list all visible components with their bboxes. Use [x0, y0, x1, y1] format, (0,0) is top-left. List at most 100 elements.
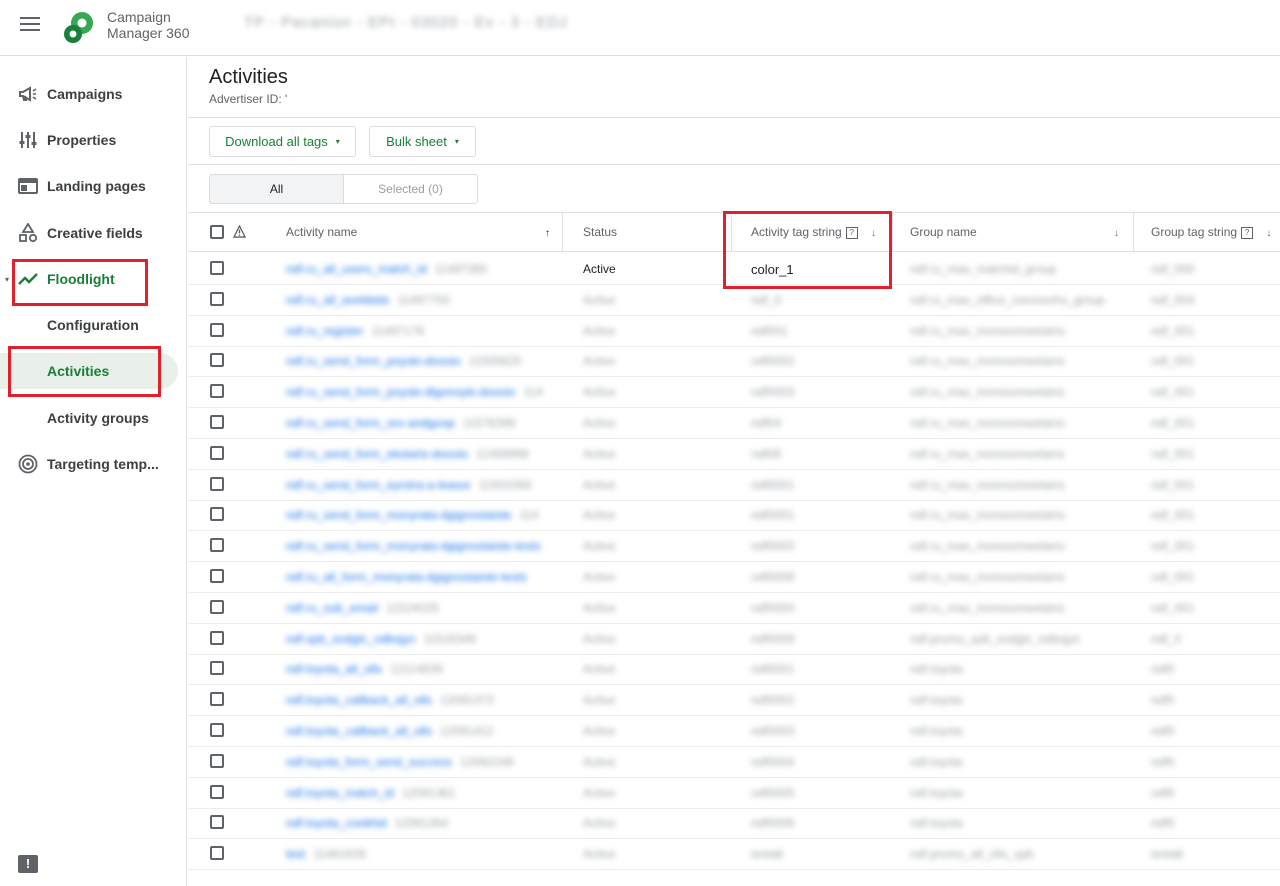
filter-selected-tab[interactable]: Selected (0): [343, 174, 478, 204]
activity-name-link[interactable]: ndf.ru_sub_email: [286, 601, 378, 615]
activity-name-link[interactable]: ndf.ru_send_form_eyrstra-a-leasor: [286, 478, 471, 492]
download-all-tags-button[interactable]: Download all tags ▾: [209, 126, 356, 157]
column-header-activity-tag-string[interactable]: Activity tag string? ↓: [751, 225, 876, 239]
table-row[interactable]: ndf.toyota_all_olls 12114839 Active ndf0001…: [188, 654, 1280, 686]
table-row[interactable]: ndf.ru_send_form_oro-andgoop 11576399 Acti…: [188, 408, 1280, 439]
sidebar-item-campaigns[interactable]: Campaigns: [0, 76, 186, 112]
activity-name-cell[interactable]: ndf.toyota_callback_all_olls 12091412: [286, 724, 493, 738]
filter-all-tab[interactable]: All: [209, 174, 344, 204]
activity-name-cell[interactable]: ndf.ru_sub_email 11524025: [286, 601, 439, 615]
row-checkbox[interactable]: [210, 261, 224, 275]
activity-name-cell[interactable]: ndf.toyota_cookhid 12091364: [286, 816, 448, 830]
table-row[interactable]: ndf.ru_send_form_poyski-dlgonoyki-doooio…: [188, 377, 1280, 409]
sidebar-item-creative-fields[interactable]: Creative fields: [0, 215, 186, 251]
activity-name-link[interactable]: ndf.toyota_callback_all_olls: [286, 693, 432, 707]
help-icon[interactable]: ?: [845, 227, 858, 239]
activity-name-cell[interactable]: ndf.ru_all_form_monyrata-dgignostaiste-t…: [286, 570, 535, 584]
column-header-group-tag-string[interactable]: Group tag string? ↓: [1151, 225, 1271, 239]
row-checkbox[interactable]: [210, 784, 224, 799]
activity-name-link[interactable]: ndf.toyota_cookhid: [286, 816, 387, 830]
help-icon[interactable]: ?: [1241, 227, 1254, 239]
activity-name-cell[interactable]: ndf.ru_send_form_eyrstra-a-leasor 1150156…: [286, 478, 531, 492]
activity-name-cell[interactable]: ndf.ru_all_workbids 11497750: [286, 293, 450, 307]
activity-name-cell[interactable]: ndf.ru_send_form_ekstaris-doooio 11459999: [286, 447, 529, 461]
activity-name-cell[interactable]: ndf.toyota_form_send_success 12092249: [286, 755, 514, 769]
activity-name-cell[interactable]: ndf.ru_send_form_poyski-doooio 11505625: [286, 354, 521, 368]
row-checkbox[interactable]: [210, 815, 224, 830]
table-row[interactable]: ndf.ru_all_form_monyrata-dgignostaiste-t…: [188, 562, 1280, 593]
activity-name-link[interactable]: ndf.ru_all_users_match_id: [286, 262, 427, 276]
activity-name-link[interactable]: ndf.ru_send_form_poyski-doooio: [286, 354, 461, 368]
table-row[interactable]: ndf.toyota_callback_all_olls 12091373 Acti…: [188, 685, 1280, 717]
chevron-down-icon[interactable]: ▾: [5, 275, 9, 284]
table-row[interactable]: ndf.ru_send_form_poyski-doooio 11505625 Ac…: [188, 346, 1280, 378]
row-checkbox[interactable]: [210, 692, 224, 707]
account-selector[interactable]: TP - Pacanion - EPI - 03020 - Ev - 3 - E…: [244, 14, 568, 31]
activity-name-link[interactable]: ndf.ru_register: [286, 324, 363, 338]
activity-name-link[interactable]: ndf.ru_send_form_oro-andgoop: [286, 416, 455, 430]
feedback-icon[interactable]: !: [18, 855, 38, 873]
table-row[interactable]: ndf.ru_send_form_ekstaris-doooio 11459999…: [188, 439, 1280, 470]
row-checkbox[interactable]: [210, 476, 224, 491]
table-row[interactable]: ndf.toyota_callback_all_olls 12091412 Acti…: [188, 716, 1280, 747]
activity-name-cell[interactable]: ndf.ru_send_form_monyrata-dgignostaiste 1…: [286, 508, 539, 522]
bulk-sheet-button[interactable]: Bulk sheet ▾: [369, 126, 476, 157]
sidebar-item-targeting-templates[interactable]: Targeting temp...: [0, 446, 186, 482]
row-checkbox[interactable]: [210, 384, 224, 399]
table-row[interactable]: ndf.ru_send_form_monyrata-dgignostaiste 1…: [188, 500, 1280, 532]
row-checkbox[interactable]: [210, 538, 224, 553]
sidebar-item-configuration[interactable]: Configuration: [0, 307, 186, 343]
activity-name-link[interactable]: ndf.ru_all_workbids: [286, 293, 389, 307]
table-row[interactable]: ndf.ru_register 11497178 Active ndf001 ndf.r…: [188, 316, 1280, 347]
sidebar-item-properties[interactable]: Properties: [0, 122, 186, 158]
table-row[interactable]: ndf.ru_all_users_match_id 11497385 Active c…: [188, 254, 1280, 285]
activity-name-link[interactable]: ndf.spb_sndgtc_ndbsjyn: [286, 632, 415, 646]
activity-name-link[interactable]: ndf.ru_all_form_monyrata-dgignostaiste-t…: [286, 570, 527, 584]
activity-name-link[interactable]: ndf.ru_send_form_poyski-dlgonoyki-doooio: [286, 385, 515, 399]
row-checkbox[interactable]: [210, 569, 224, 583]
table-row[interactable]: test 11461626 Active testalt ndf.promo_all_o…: [188, 839, 1280, 871]
table-row[interactable]: ndf.toyota_form_send_success 12092249 Acti…: [188, 747, 1280, 778]
row-checkbox[interactable]: [210, 291, 224, 306]
row-checkbox[interactable]: [210, 507, 224, 522]
row-checkbox[interactable]: [210, 753, 224, 768]
activity-name-cell[interactable]: ndf.toyota_match_id 12091361: [286, 786, 455, 800]
column-header-activity-name[interactable]: Activity name: [286, 225, 357, 239]
table-row[interactable]: ndf.toyota_cookhid 12091364 Active ndf0006 n…: [188, 808, 1280, 840]
row-checkbox[interactable]: [210, 661, 224, 676]
table-row[interactable]: ndf.spb_sndgtc_ndbsjyn 11516349 Active ndf0…: [188, 624, 1280, 655]
row-checkbox[interactable]: [210, 415, 224, 429]
activity-name-link[interactable]: ndf.toyota_all_olls: [286, 662, 382, 676]
table-row[interactable]: ndf.ru_send_form_eyrstra-a-leasor 1150156…: [188, 470, 1280, 501]
activity-name-cell[interactable]: ndf.ru_all_users_match_id 11497385: [286, 262, 487, 276]
column-separator[interactable]: [562, 213, 563, 252]
column-separator[interactable]: [892, 213, 893, 252]
activity-name-link[interactable]: ndf.toyota_match_id: [286, 786, 394, 800]
sidebar-item-landing-pages[interactable]: Landing pages: [0, 168, 186, 204]
activity-name-link[interactable]: ndf.ru_send_form_monyrata-dgignostaiste: [286, 508, 511, 522]
activity-name-link[interactable]: ndf.ru_send_form_ekstaris-doooio: [286, 447, 468, 461]
activity-name-link[interactable]: ndf.ru_send_form_monyrata-dgignostaiste-…: [286, 539, 541, 553]
activity-name-cell[interactable]: ndf.spb_sndgtc_ndbsjyn 11516349: [286, 632, 476, 646]
activity-name-cell[interactable]: test 11461626: [286, 847, 366, 861]
menu-icon[interactable]: [20, 17, 40, 33]
activity-name-link[interactable]: ndf.toyota_form_send_success: [286, 755, 452, 769]
column-header-group-name[interactable]: Group name: [910, 225, 977, 239]
activity-name-cell[interactable]: ndf.toyota_callback_all_olls 12091373: [286, 693, 493, 707]
sidebar-item-activity-groups[interactable]: Activity groups: [0, 400, 186, 436]
activity-name-cell[interactable]: ndf.ru_send_form_monyrata-dgignostaiste-…: [286, 539, 549, 553]
table-row[interactable]: ndf.ru_all_workbids 11497750 Active ndf_0 nd…: [188, 285, 1280, 316]
sidebar-item-floodlight[interactable]: ▾ Floodlight: [0, 261, 186, 297]
activity-name-cell[interactable]: ndf.toyota_all_olls 12114839: [286, 662, 443, 676]
activity-name-link[interactable]: test: [286, 847, 305, 861]
sidebar-item-activities[interactable]: Activities: [0, 353, 178, 389]
activity-name-link[interactable]: ndf.toyota_callback_all_olls: [286, 724, 432, 738]
activity-name-cell[interactable]: ndf.ru_send_form_poyski-dlgonoyki-doooio…: [286, 385, 543, 399]
select-all-checkbox[interactable]: [210, 225, 224, 239]
row-checkbox[interactable]: [210, 630, 224, 645]
row-checkbox[interactable]: [210, 846, 224, 861]
activity-name-cell[interactable]: ndf.ru_register 11497178: [286, 324, 424, 338]
row-checkbox[interactable]: [210, 353, 224, 368]
column-separator[interactable]: [1133, 213, 1134, 252]
column-header-status[interactable]: Status: [583, 225, 617, 239]
